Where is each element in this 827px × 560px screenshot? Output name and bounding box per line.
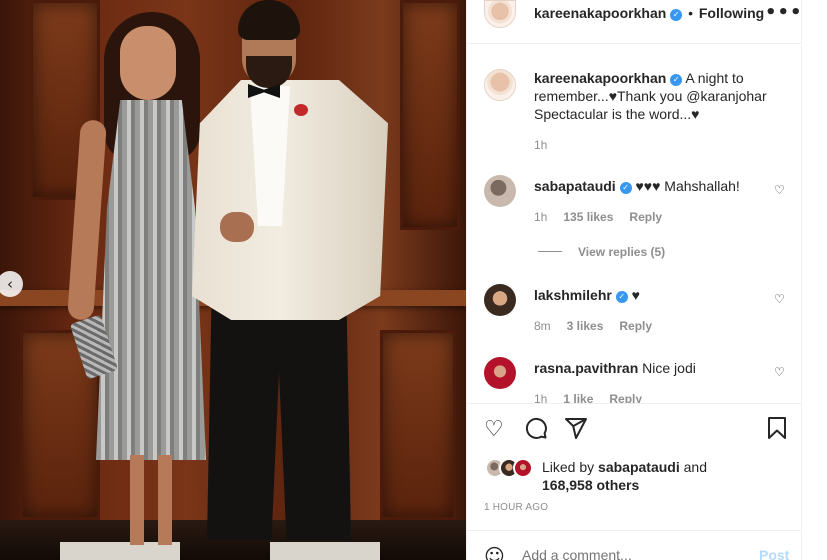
man-figure-hand xyxy=(220,212,254,242)
man-figure-jacket xyxy=(192,80,388,320)
share-icon[interactable] xyxy=(564,416,588,440)
caption-username[interactable]: kareenakapoorkhan xyxy=(534,70,666,86)
comment-time: 1h xyxy=(534,392,548,403)
likes-section: Liked by sabapataudi and 168,958 others … xyxy=(467,446,802,530)
liked-by-prefix: Liked by xyxy=(542,459,595,475)
verified-badge-icon: ✓ xyxy=(670,74,683,86)
caption: kareenakapoorkhan ✓ A night to remember.… xyxy=(534,69,784,123)
header-user-row: kareenakapoorkhan ✓ • Following xyxy=(534,5,764,21)
comment-like-heart-icon[interactable]: ♡ xyxy=(774,183,785,197)
door-panel xyxy=(400,0,460,230)
comment-like-heart-icon[interactable]: ♡ xyxy=(774,292,785,306)
comment-input[interactable] xyxy=(522,547,722,560)
comment-meta: 1h 1 like Reply xyxy=(534,392,642,403)
reply-button[interactable]: Reply xyxy=(619,319,652,333)
view-replies-button[interactable]: View replies (5) xyxy=(538,245,665,259)
door-panel xyxy=(380,330,456,520)
comment-time: 1h xyxy=(534,210,548,224)
reply-button[interactable]: Reply xyxy=(629,210,662,224)
comment-text: Nice jodi xyxy=(642,360,696,376)
post-button[interactable]: Post xyxy=(759,547,789,560)
comment-username[interactable]: lakshmilehr xyxy=(534,287,612,303)
comment-time: 8m xyxy=(534,319,551,333)
add-comment-bar: ☺ Post xyxy=(467,530,802,560)
header-username[interactable]: kareenakapoorkhan xyxy=(534,5,666,21)
comment-meta: 1h 135 likes Reply xyxy=(534,210,662,224)
comment-icon[interactable] xyxy=(524,416,548,440)
view-replies-label: View replies (5) xyxy=(578,245,666,259)
post-header: kareenakapoorkhan ✓ • Following ••• xyxy=(467,0,802,44)
action-bar: ♡ xyxy=(467,403,802,446)
verified-badge-icon: ✓ xyxy=(619,182,632,194)
more-options-icon[interactable]: ••• xyxy=(765,2,803,23)
liked-by-user[interactable]: sabapataudi xyxy=(598,459,680,475)
comment-username[interactable]: sabapataudi xyxy=(534,178,616,194)
comment: lakshmilehr ✓ ♥ xyxy=(534,286,640,304)
comment: sabapataudi ✓ ♥♥♥ Mahshallah! xyxy=(534,177,740,195)
woman-figure-legs xyxy=(122,455,182,545)
comment-like-heart-icon[interactable]: ♡ xyxy=(774,365,785,379)
man-figure-trousers xyxy=(207,300,351,540)
boutonniere xyxy=(294,104,308,116)
comment-likes[interactable]: 1 like xyxy=(563,392,593,403)
comment-text: ♥♥♥ Mahshallah! xyxy=(635,178,740,194)
liker-avatar xyxy=(513,458,533,478)
following-button[interactable]: Following xyxy=(699,5,764,21)
avatar[interactable] xyxy=(484,284,516,316)
bookmark-icon[interactable] xyxy=(765,416,789,440)
comment-likes[interactable]: 3 likes xyxy=(567,319,604,333)
comment-likes[interactable]: 135 likes xyxy=(563,210,613,224)
comment-username[interactable]: rasna.pavithran xyxy=(534,360,638,376)
heart-icon[interactable]: ♡ xyxy=(484,418,504,442)
comment: rasna.pavithran Nice jodi xyxy=(534,359,696,377)
avatar[interactable] xyxy=(484,0,516,28)
avatar[interactable] xyxy=(484,69,516,101)
reply-button[interactable]: Reply xyxy=(609,392,642,403)
separator-dot: • xyxy=(688,5,693,21)
liked-by-text: Liked by sabapataudi and 168,958 others xyxy=(542,458,707,494)
comments-section[interactable]: kareenakapoorkhan ✓ A night to remember.… xyxy=(467,45,802,403)
replies-line xyxy=(538,251,562,252)
comment-text: ♥ xyxy=(631,287,640,303)
comment-meta: 8m 3 likes Reply xyxy=(534,319,652,333)
caption-time: 1h xyxy=(534,138,548,152)
post-photo[interactable]: ‹ xyxy=(0,0,466,560)
emoji-icon[interactable]: ☺ xyxy=(484,544,505,560)
avatar[interactable] xyxy=(484,357,516,389)
avatar[interactable] xyxy=(484,175,516,207)
man-figure-hair xyxy=(238,0,300,40)
post-timestamp[interactable]: 1 HOUR AGO xyxy=(484,502,548,513)
verified-badge-icon: ✓ xyxy=(670,9,683,21)
liked-by-and: and xyxy=(683,459,707,475)
floor-tile xyxy=(270,542,380,560)
woman-figure-face xyxy=(120,26,176,100)
verified-badge-icon: ✓ xyxy=(615,291,628,303)
liked-by-others[interactable]: 168,958 others xyxy=(542,477,639,493)
post-side-panel: kareenakapoorkhan ✓ • Following ••• kare… xyxy=(466,0,827,560)
